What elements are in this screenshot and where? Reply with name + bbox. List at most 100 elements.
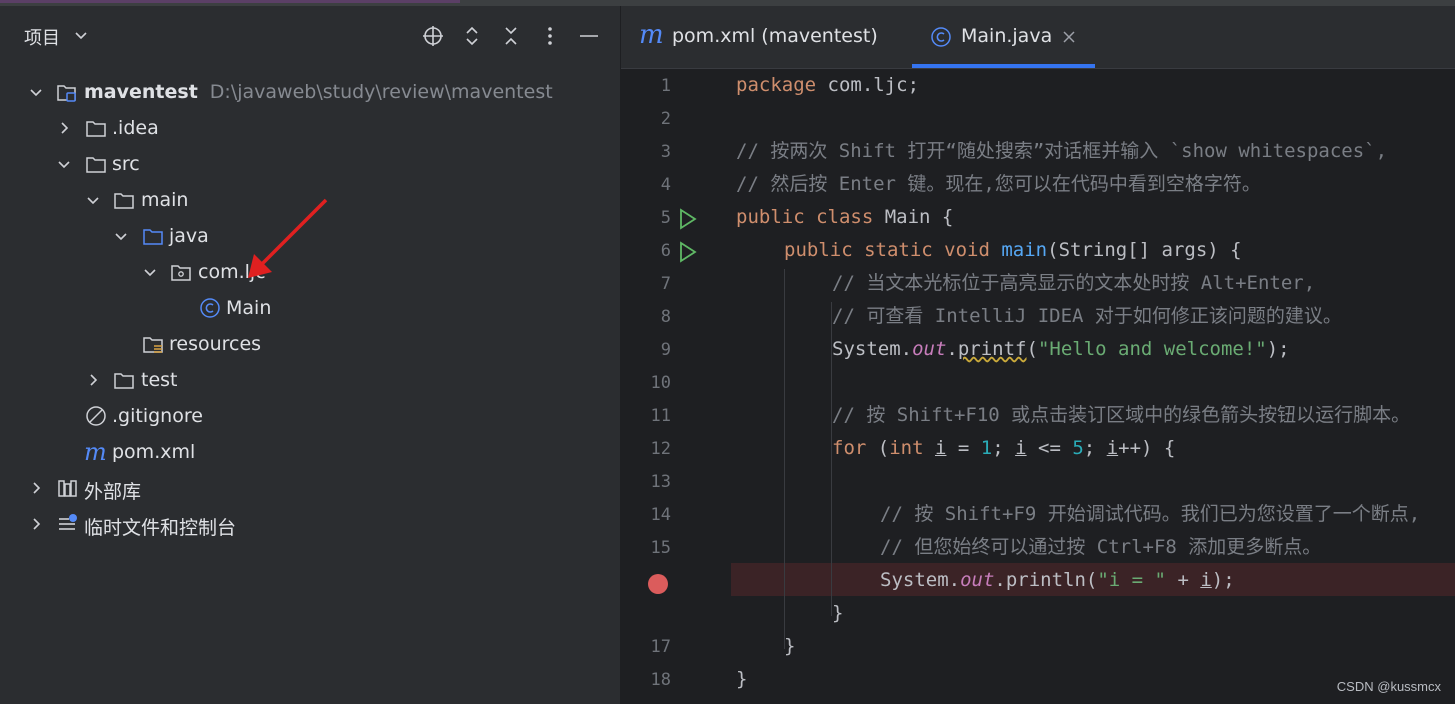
- maven-icon: m: [639, 20, 664, 50]
- line-number: 10: [650, 373, 671, 393]
- annotation-arrow-icon: [248, 198, 328, 278]
- line-number: 7: [660, 274, 671, 294]
- tree-item-idea[interactable]: .idea: [0, 110, 620, 146]
- indent-guide: [831, 464, 832, 584]
- line-number: 9: [660, 340, 671, 360]
- source-folder-icon: [143, 229, 163, 245]
- folder-icon: [114, 373, 134, 389]
- chevron-right-icon[interactable]: [56, 120, 72, 136]
- tree-item-src[interactable]: src: [0, 146, 620, 182]
- tree-label: pom.xml: [112, 441, 196, 463]
- tab-label: Main.java: [961, 25, 1053, 47]
- project-panel: 项目 maventest D:\javaweb\study\review\mave…: [0, 6, 621, 704]
- tab-main-java[interactable]: Main.java: [912, 6, 1095, 68]
- collapse-all-icon[interactable]: [499, 24, 523, 48]
- tab-label: pom.xml (maventest): [672, 25, 878, 47]
- folder-icon: [114, 193, 134, 209]
- tree-label: Main: [226, 297, 272, 319]
- class-icon: [200, 298, 220, 318]
- tab-pom-xml[interactable]: m pom.xml (maventest): [635, 6, 885, 68]
- run-icon[interactable]: [678, 208, 698, 230]
- tree-item-external-libraries[interactable]: 外部库: [0, 470, 620, 506]
- code-line-1: package com.ljc;: [736, 74, 920, 96]
- line-number: 2: [660, 109, 671, 129]
- code-line-17: }: [832, 602, 844, 624]
- line-number: 4: [660, 175, 671, 195]
- code-line-18: }: [784, 635, 796, 657]
- tree-item-gitignore[interactable]: .gitignore: [0, 398, 620, 434]
- locate-icon[interactable]: [421, 24, 445, 48]
- tree-label: .gitignore: [112, 405, 203, 427]
- tree-item-main-class[interactable]: Main: [0, 290, 620, 326]
- maven-icon: m: [84, 438, 107, 466]
- editor: m pom.xml (maventest) Main.java 1 2 3 4 …: [621, 6, 1455, 704]
- tree-label: 临时文件和控制台: [84, 517, 237, 539]
- tree-label: maventest: [84, 81, 198, 103]
- watermark: CSDN @kussmcx: [1336, 679, 1441, 694]
- tree-label: .idea: [112, 117, 159, 139]
- run-icon[interactable]: [678, 241, 698, 263]
- code-area[interactable]: package com.ljc; // 按两次 Shift 打开“随处搜索”对话…: [731, 69, 1455, 704]
- tree-label: resources: [169, 333, 262, 355]
- close-icon[interactable]: [1062, 30, 1076, 44]
- chevron-right-icon[interactable]: [85, 372, 101, 388]
- code-line-3: // 按两次 Shift 打开“随处搜索”对话框并输入 `show whites…: [736, 140, 1388, 162]
- code-line-11: // 按 Shift+F10 或点击装订区域中的绿色箭头按钮以运行脚本。: [832, 404, 1411, 426]
- code-line-9: System.out.printf("Hello and welcome!");: [832, 338, 1290, 360]
- chevron-right-icon[interactable]: [28, 480, 44, 496]
- editor-gutter[interactable]: 1 2 3 4 5 6 7 8 9 10 11 12 13 14 15 17 1…: [621, 69, 731, 704]
- line-number: 13: [650, 472, 671, 492]
- breakpoint-icon[interactable]: [647, 573, 669, 595]
- code-line-4: // 然后按 Enter 键。现在,您可以在代码中看到空格字符。: [736, 173, 1261, 195]
- code-line-14: // 按 Shift+F9 开始调试代码。我们已为您设置了一个断点,: [880, 503, 1421, 525]
- project-title[interactable]: 项目: [24, 24, 60, 50]
- module-folder-icon: [57, 85, 76, 102]
- code-line-12: for (int i = 1; i <= 5; i++) {: [832, 437, 1176, 459]
- line-number: 11: [650, 406, 671, 426]
- chevron-right-icon[interactable]: [28, 516, 44, 532]
- more-options-icon[interactable]: [538, 24, 562, 48]
- tree-item-scratches[interactable]: 临时文件和控制台: [0, 506, 620, 542]
- hide-panel-icon[interactable]: [577, 24, 601, 48]
- code-line-8: // 可查看 IntelliJ IDEA 对于如何修正该问题的建议。: [832, 305, 1342, 327]
- chevron-down-icon[interactable]: [85, 192, 101, 208]
- tree-label: 外部库: [84, 481, 142, 503]
- package-icon: [171, 265, 191, 281]
- folder-icon: [86, 157, 106, 173]
- line-number: 5: [660, 208, 671, 228]
- project-toolbar: 项目: [0, 6, 620, 68]
- class-icon: [931, 27, 951, 47]
- line-number: 18: [650, 670, 671, 690]
- chevron-down-icon[interactable]: [142, 264, 158, 280]
- tree-item-test[interactable]: test: [0, 362, 620, 398]
- tree-label: main: [141, 189, 189, 211]
- editor-tabs: m pom.xml (maventest) Main.java: [621, 6, 1455, 69]
- chevron-down-icon[interactable]: [56, 156, 72, 172]
- folder-icon: [86, 121, 106, 137]
- chevron-down-icon[interactable]: [113, 228, 129, 244]
- line-number: 17: [650, 637, 671, 657]
- resources-folder-icon: [143, 337, 163, 353]
- library-icon: [58, 480, 77, 497]
- line-number: 14: [650, 505, 671, 525]
- line-number: 8: [660, 307, 671, 327]
- chevron-down-icon[interactable]: [28, 84, 44, 100]
- line-number: 6: [660, 241, 671, 261]
- code-line-16: System.out.println("i = " + i);: [880, 569, 1235, 591]
- tree-label: test: [141, 369, 178, 391]
- indent-guide: [784, 269, 785, 649]
- chevron-down-icon[interactable]: [74, 28, 88, 42]
- ignore-file-icon: [86, 406, 106, 426]
- tree-item-resources[interactable]: resources: [0, 326, 620, 362]
- expand-all-icon[interactable]: [460, 24, 484, 48]
- title-strip-accent: [0, 0, 460, 3]
- line-number: 15: [650, 538, 671, 558]
- tree-item-maventest[interactable]: maventest D:\javaweb\study\review\mavente…: [0, 74, 620, 110]
- line-number: 1: [660, 76, 671, 96]
- line-number: 12: [650, 439, 671, 459]
- code-line-7: // 当文本光标位于高亮显示的文本处时按 Alt+Enter,: [832, 272, 1316, 294]
- code-line-15: // 但您始终可以通过按 Ctrl+F8 添加更多断点。: [880, 536, 1322, 558]
- line-number: 3: [660, 142, 671, 162]
- scratches-icon: [59, 514, 77, 530]
- tree-item-pom[interactable]: m pom.xml: [0, 434, 620, 470]
